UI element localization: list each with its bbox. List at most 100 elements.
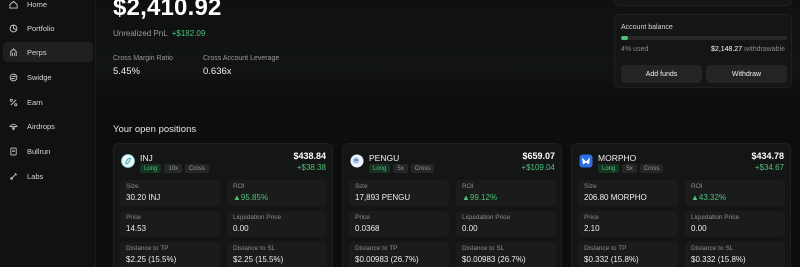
sidebar-item-home[interactable]: Home [3,0,93,14]
distance-to-tp-value-text: $0.00983 (26.7%) [355,255,419,264]
liquidation-price-label: Liquidation Price [691,214,740,221]
position-tags: Long 5x Cross [598,164,664,173]
side-badge: Long [598,164,620,173]
size-value-text: 30.20 INJ [126,193,161,202]
roi-label: ROI [691,183,703,190]
distance-to-tp-cell: Distance to TP $0.00983 (26.7%) [349,242,449,267]
distance-to-tp-value-text: $2.25 (15.5%) [126,255,177,264]
distance-to-tp-cell: Distance to TP $2.25 (15.5%) [120,242,220,267]
roi-cell: ROI ▲99.12% [456,180,556,206]
position-symbol: PENGU [369,153,400,163]
gift-icon [9,122,18,131]
swap-icon [9,73,18,82]
sidebar-item-earn[interactable]: Earn [3,92,93,112]
price-value-text: 14.53 [126,224,147,233]
distance-to-tp-value: $0.00983 (26.7%) [355,255,419,264]
liquidation-price-label: Liquidation Price [462,214,511,221]
sidebar-item-labs[interactable]: Labs [3,166,93,186]
distance-to-tp-label: Distance to TP [126,245,169,252]
sidebar-item-perps[interactable]: Perps [3,42,93,62]
distance-to-sl-value-text: $0.00983 (26.7%) [462,255,526,264]
price-label: Price [126,214,141,221]
size-value-text: 17,893 PENGU [355,193,411,202]
distance-to-sl-cell: Distance to SL $0.00983 (26.7%) [456,242,556,267]
distance-to-sl-value: $0.00983 (26.7%) [462,255,526,264]
size-cell: Size 206.80 MORPHO [578,180,678,206]
distance-to-sl-label: Distance to SL [233,245,276,252]
distance-to-sl-label: Distance to SL [691,245,734,252]
size-value: 30.20 INJ [126,193,160,202]
roi-value: ▲95.85% [233,193,268,202]
position-card-morpho[interactable]: MORPHO Long 5x Cross $434.78 +$34.67 Size 206.8… [571,143,791,267]
size-label: Size [355,183,368,190]
side-badge: Long [140,164,162,173]
distance-to-tp-value: $2.25 (15.5%) [126,255,176,264]
size-value: 206.80 MORPHO [584,193,647,202]
percent-icon [9,98,18,107]
positions-title: Your open positions [113,124,197,135]
position-card-pengu[interactable]: PENGU Long 5x Cross $659.07 +$109.04 Size 17,89… [342,143,562,267]
price-label: Price [355,214,370,221]
liquidation-price-value: 0.00 [233,224,249,233]
liquidation-price-cell: Liquidation Price 0.00 [456,211,556,237]
distance-to-tp-value: $0.332 (15.8%) [584,255,639,264]
book-icon [9,147,18,156]
liquidation-price-label: Liquidation Price [233,214,282,221]
price-cell: Price 0.0368 [349,211,449,237]
position-symbol: MORPHO [598,153,637,163]
withdrawable-amount: $2,148.27 [711,46,743,53]
add-funds-button[interactable]: Add funds [621,65,702,83]
liquidation-price-value-text: 0.00 [691,224,707,233]
distance-to-tp-cell: Distance to TP $0.332 (15.8%) [578,242,678,267]
up-arrow-icon: ▲ [462,193,470,202]
leverage-badge: 5x [622,164,637,173]
sidebar-item-portfolio[interactable]: Portfolio [3,18,93,38]
position-value: $434.78 [751,151,784,161]
position-card-inj[interactable]: INJ Long 10x Cross $438.84 +$38.38 Size 30.20 I… [113,143,333,267]
liquidation-price-value: 0.00 [462,224,478,233]
position-pnl: +$38.38 [296,163,326,172]
side-badge: Long [369,164,391,173]
inj-coin-icon [121,154,135,168]
sidebar-item-label: Bullrun [27,146,51,156]
sidebar-item-airdrops[interactable]: Airdrops [3,116,93,136]
roi-value-text: 43.32% [698,193,727,202]
roi-cell: ROI ▲95.85% [227,180,327,206]
roi-value-text: 99.12% [469,193,498,202]
leverage-label: Cross Account Leverage [203,55,280,62]
roi-label: ROI [233,183,245,190]
position-symbol: INJ [140,153,153,163]
sidebar-item-swidge[interactable]: Swidge [3,67,93,87]
balance-usage-fill [621,36,628,40]
liquidation-price-value: 0.00 [691,224,707,233]
leverage-value: 0.636x [203,66,232,77]
balance-used-text: 4% used [621,46,649,53]
distance-to-tp-label: Distance to TP [584,245,627,252]
pengu-coin-icon [350,154,364,168]
position-value: $659.07 [522,151,555,161]
sidebar-item-label: Portfolio [27,23,55,33]
price-cell: Price 14.53 [120,211,220,237]
up-arrow-icon: ▲ [691,193,699,202]
liquidation-price-value-text: 0.00 [233,224,249,233]
account-panel-top [614,0,792,6]
position-pnl: +$34.67 [754,163,784,172]
distance-to-sl-value: $2.25 (15.5%) [233,255,283,264]
labs-icon [9,172,18,181]
distance-to-sl-value-text: $2.25 (15.5%) [233,255,284,264]
portfolio-icon [9,24,18,33]
margin-mode-badge: Cross [185,164,209,173]
sidebar-item-label: Perps [27,47,47,57]
margin-ratio-value: 5.45% [113,66,140,77]
leverage-badge: 5x [393,164,408,173]
roi-value-text: 95.85% [240,193,269,202]
withdraw-button[interactable]: Withdraw [706,65,787,83]
roi-value: ▲43.32% [691,193,726,202]
leverage-badge: 10x [164,164,183,173]
withdrawable-text: $2,148.27 withdrawable [711,46,785,53]
sidebar-item-bullrun[interactable]: Bullrun [3,141,93,161]
sidebar-item-label: Earn [27,97,43,107]
size-label: Size [126,183,139,190]
distance-to-tp-value-text: $0.332 (15.8%) [584,255,639,264]
account-value: $2,410.92 [113,0,222,21]
